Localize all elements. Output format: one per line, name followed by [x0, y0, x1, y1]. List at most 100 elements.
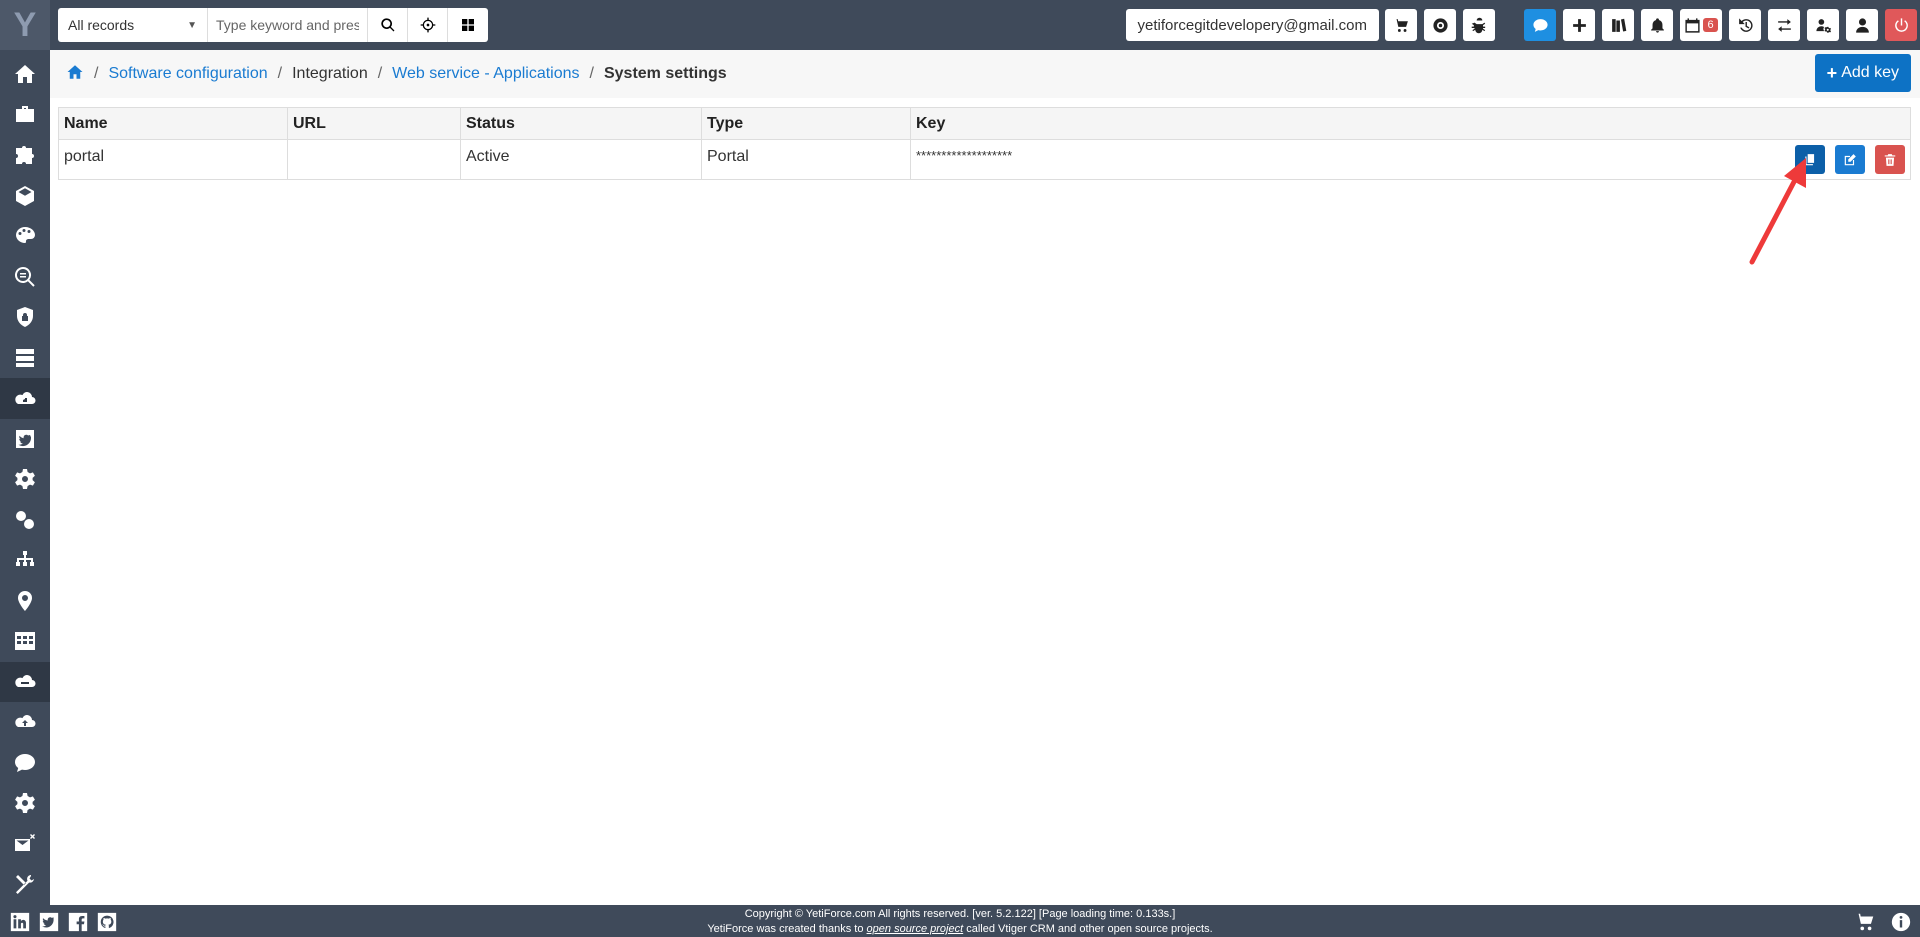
top-navbar: All records ▼ yetiforcegitdevelopery@gma… [50, 0, 1920, 50]
open-source-link[interactable]: open source project [867, 923, 964, 935]
history-icon [1738, 17, 1753, 32]
chat-button[interactable] [1524, 9, 1556, 41]
sidebar-briefcase-icon[interactable] [0, 95, 50, 136]
cell-name: portal [58, 139, 288, 180]
search-scope-label: All records [68, 17, 135, 33]
trash-icon [1884, 153, 1896, 166]
chevron-down-icon: ▼ [187, 19, 197, 31]
column-header-name[interactable]: Name [58, 107, 288, 140]
sidebar-shield-icon[interactable] [0, 297, 50, 338]
sidebar-sitemap-icon[interactable] [0, 540, 50, 581]
search-scope-select[interactable]: All records ▼ [58, 8, 208, 42]
applications-table-wrapper: Name URL Status Type Key portal Active P… [58, 107, 1911, 180]
bug-icon [1471, 17, 1485, 33]
sidebar-cubes-icon[interactable] [0, 176, 50, 217]
power-icon [1894, 17, 1908, 32]
cell-type: Portal [701, 139, 911, 180]
edit-button[interactable] [1835, 145, 1865, 174]
table-row: portal Active Portal ******************* [58, 139, 1911, 180]
help-button[interactable] [1424, 9, 1456, 41]
user-cog-icon [1815, 18, 1831, 33]
breadcrumb-separator: / [94, 65, 99, 82]
quick-menu-button[interactable] [448, 8, 488, 42]
sidebar-menu [0, 50, 50, 937]
books-icon [1611, 18, 1626, 32]
footer-credits-post: called Vtiger CRM and other open source … [963, 923, 1213, 935]
delete-button[interactable] [1875, 145, 1905, 174]
cell-url [287, 139, 461, 180]
header-actions: yetiforcegitdevelopery@gmail.com 6 [1125, 0, 1920, 50]
bug-report-button[interactable] [1463, 9, 1495, 41]
plus-icon: + [1826, 62, 1838, 83]
breadcrumb-separator: / [589, 65, 594, 82]
plus-icon [1572, 18, 1586, 32]
add-key-label: Add key [1841, 64, 1899, 81]
calendar-reminders-button[interactable]: 6 [1680, 9, 1722, 41]
table-header-row: Name URL Status Type Key [58, 107, 1911, 140]
sidebar-server-icon[interactable] [0, 338, 50, 379]
sidebar-cloud-key-icon[interactable] [0, 378, 50, 419]
breadcrumb-item-integration: Integration [292, 65, 368, 82]
search-button[interactable] [368, 8, 408, 42]
sidebar-tools-icon[interactable] [0, 864, 50, 905]
sidebar-cog-icon[interactable] [0, 783, 50, 824]
sidebar-calendar-grid-icon[interactable] [0, 621, 50, 662]
exchange-icon [1777, 18, 1791, 32]
sidebar-search-list-icon[interactable] [0, 257, 50, 298]
yetiforce-logo[interactable]: Y [0, 0, 50, 50]
calendar-icon [1685, 17, 1701, 33]
sidebar-gears-icon[interactable] [0, 500, 50, 541]
sidebar-home-icon[interactable] [0, 54, 50, 95]
add-key-button[interactable]: + Add key [1814, 54, 1911, 92]
sidebar-twitter-icon[interactable] [0, 419, 50, 460]
cell-status: Active [460, 139, 702, 180]
user-settings-button[interactable] [1807, 9, 1839, 41]
applications-table: Name URL Status Type Key portal Active P… [58, 107, 1911, 180]
breadcrumb-bar: / Software configuration / Integration /… [50, 50, 1920, 98]
breadcrumb-item-software-configuration[interactable]: Software configuration [108, 65, 267, 83]
cart-button[interactable] [1385, 9, 1417, 41]
breadcrumb-item-web-service-applications[interactable]: Web service - Applications [392, 65, 579, 83]
user-email[interactable]: yetiforcegitdevelopery@gmail.com [1125, 9, 1379, 41]
logout-button[interactable] [1885, 9, 1917, 41]
advanced-search-button[interactable] [408, 8, 448, 42]
chat-icon [1532, 18, 1548, 32]
column-header-status[interactable]: Status [460, 107, 702, 140]
search-input[interactable] [208, 8, 368, 42]
annotation-arrow-icon [1749, 158, 1806, 265]
column-header-key[interactable]: Key [910, 107, 1911, 140]
sidebar-palette-icon[interactable] [0, 216, 50, 257]
sidebar-gear-icon[interactable] [0, 459, 50, 500]
sidebar-map-marker-icon[interactable] [0, 581, 50, 622]
footer-credits: YetiForce was created thanks to open sou… [0, 922, 1920, 937]
life-ring-icon [1432, 17, 1448, 33]
user-icon [1855, 17, 1869, 33]
edit-icon [1844, 153, 1856, 165]
column-header-type[interactable]: Type [701, 107, 911, 140]
footer-actions [1842, 910, 1914, 934]
footer: Copyright © YetiForce.com All rights res… [0, 905, 1920, 937]
column-header-url[interactable]: URL [287, 107, 461, 140]
bell-icon [1650, 17, 1664, 33]
quick-create-button[interactable] [1563, 9, 1595, 41]
page-title: System settings [603, 65, 727, 82]
home-icon[interactable] [66, 63, 84, 86]
crosshair-icon [420, 17, 435, 33]
notifications-button[interactable] [1641, 9, 1673, 41]
sidebar-mail-off-icon[interactable] [0, 824, 50, 865]
info-icon[interactable] [1888, 910, 1914, 934]
knowledge-base-button[interactable] [1602, 9, 1634, 41]
breadcrumb-separator: / [377, 65, 383, 82]
profile-button[interactable] [1846, 9, 1878, 41]
sidebar-cloud-storage-icon[interactable] [0, 661, 50, 702]
sidebar-puzzle-icon[interactable] [0, 135, 50, 176]
breadcrumb-separator: / [277, 65, 283, 82]
history-button[interactable] [1729, 9, 1761, 41]
shop-cart-icon[interactable] [1852, 910, 1878, 934]
left-sidebar: Y [0, 0, 50, 935]
sidebar-sms-icon[interactable] [0, 743, 50, 784]
calendar-count-badge: 6 [1703, 18, 1718, 32]
switch-button[interactable] [1768, 9, 1800, 41]
sidebar-cloud-upload-icon[interactable] [0, 702, 50, 743]
global-search: All records ▼ [58, 8, 488, 42]
